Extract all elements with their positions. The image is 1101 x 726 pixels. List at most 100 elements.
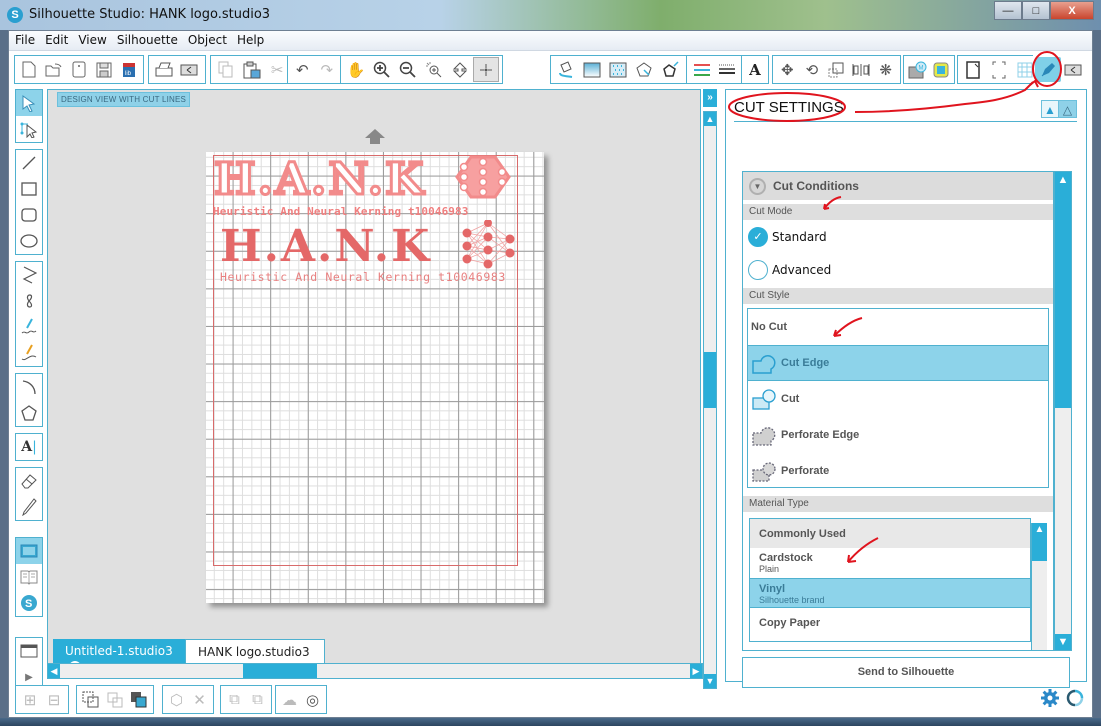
freehand-tool-icon[interactable] xyxy=(16,314,42,340)
cut-style-cut[interactable]: Cut xyxy=(748,381,1048,417)
send-backward-icon[interactable]: ⧉ xyxy=(223,687,246,712)
material-vinyl[interactable]: Vinyl Silhouette brand xyxy=(750,578,1030,608)
scroll-right-arrow-icon[interactable]: ▶ xyxy=(690,664,702,678)
zoom-out-icon[interactable] xyxy=(395,57,421,82)
rotate-icon[interactable]: ⟲ xyxy=(800,57,825,82)
minimize-button[interactable]: — xyxy=(994,1,1022,20)
fill-color-icon[interactable] xyxy=(553,57,579,82)
line-tool-icon[interactable] xyxy=(16,150,42,176)
logo-outline-tagline[interactable]: Heuristic And Neural Kerning t10046983 xyxy=(213,205,468,218)
group-icon[interactable]: ⊞ xyxy=(18,687,42,712)
pan-hand-icon[interactable]: ✋ xyxy=(343,57,369,82)
drag-zoom-icon[interactable] xyxy=(447,57,473,82)
panel-solid-triangle-icon[interactable]: ▲ xyxy=(1041,100,1059,118)
make-compound-path-icon[interactable] xyxy=(79,687,103,712)
design-view-icon[interactable] xyxy=(16,538,42,564)
menu-object[interactable]: Object xyxy=(183,31,232,47)
replicate-icon[interactable]: ❋ xyxy=(873,57,898,82)
smooth-freehand-tool-icon[interactable] xyxy=(16,340,42,366)
offset-icon[interactable] xyxy=(929,57,952,82)
color-lines-icon[interactable] xyxy=(689,57,715,82)
canvas-horizontal-scrollbar[interactable]: ◀ ▶ xyxy=(47,663,703,679)
cut-style-perforate-edge[interactable]: Perforate Edge xyxy=(748,417,1048,453)
edit-points-icon[interactable] xyxy=(16,116,42,142)
line-style-icon[interactable] xyxy=(657,57,683,82)
line-color-icon[interactable] xyxy=(631,57,657,82)
undo-icon[interactable]: ↶ xyxy=(290,57,315,82)
cut-mode-advanced[interactable]: Advanced xyxy=(743,253,1053,286)
open-icon[interactable] xyxy=(42,57,67,82)
template-icon[interactable] xyxy=(67,57,92,82)
horizontal-scroll-thumb[interactable] xyxy=(243,664,317,678)
maximize-button[interactable]: □ xyxy=(1022,1,1050,20)
settings-scrollbar[interactable]: ▲ ▼ xyxy=(1054,171,1072,651)
settings-scroll-thumb[interactable] xyxy=(1055,188,1071,408)
delete-icon[interactable]: ✕ xyxy=(188,687,211,712)
radio-checked-icon[interactable]: ✓ xyxy=(748,226,768,247)
close-window-button[interactable]: X xyxy=(1050,1,1094,20)
settings-scroll-down-icon[interactable]: ▼ xyxy=(1055,634,1071,650)
polygon-tool-icon[interactable] xyxy=(16,262,42,288)
menu-edit[interactable]: Edit xyxy=(40,31,73,47)
bring-forward-icon[interactable]: ⧉ xyxy=(246,687,269,712)
weld-icon[interactable]: ⬡ xyxy=(165,687,188,712)
bring-to-front-icon[interactable] xyxy=(127,687,151,712)
design-canvas[interactable]: DESIGN VIEW WITH CUT LINES H.A.N.K Heuri… xyxy=(47,89,701,679)
select-arrow-icon[interactable] xyxy=(16,90,42,116)
rounded-rectangle-tool-icon[interactable] xyxy=(16,202,42,228)
vertical-scroll-thumb[interactable] xyxy=(704,352,716,408)
collapse-chevron-icon[interactable]: ▼ xyxy=(749,177,766,195)
menu-help[interactable]: Help xyxy=(232,31,269,47)
print-icon[interactable] xyxy=(151,57,177,82)
material-scrollbar[interactable]: ▲ xyxy=(1031,523,1047,650)
silhouette-store-icon[interactable]: S xyxy=(16,590,42,616)
gradient-fill-icon[interactable] xyxy=(579,57,605,82)
menu-view[interactable]: View xyxy=(73,31,111,47)
settings-scroll-up-icon[interactable]: ▲ xyxy=(1055,172,1071,188)
redo-icon[interactable]: ↷ xyxy=(315,57,340,82)
ungroup-icon[interactable]: ⊟ xyxy=(42,687,66,712)
knife-tool-icon[interactable] xyxy=(16,494,42,520)
cut-settings-icon[interactable] xyxy=(1035,57,1061,82)
send-silhouette-icon[interactable] xyxy=(1061,57,1087,82)
neural-network-outline-icon[interactable] xyxy=(454,155,512,199)
window-icon[interactable] xyxy=(16,638,42,664)
radio-unchecked-icon[interactable] xyxy=(748,259,768,280)
fit-to-page-icon[interactable] xyxy=(473,57,499,82)
registration-marks-icon[interactable] xyxy=(986,57,1012,82)
scroll-up-arrow-icon[interactable]: ▲ xyxy=(704,112,716,126)
save-icon[interactable] xyxy=(91,57,116,82)
logo-solid-title[interactable]: H.A.N.K xyxy=(220,224,431,270)
material-copy-paper[interactable]: Copy Paper xyxy=(750,608,1030,638)
sync-icon[interactable] xyxy=(1066,689,1084,707)
align-icon[interactable] xyxy=(849,57,874,82)
release-compound-path-icon[interactable] xyxy=(103,687,127,712)
arc-tool-icon[interactable] xyxy=(16,374,42,400)
cut-conditions-header[interactable]: ▼ Cut Conditions xyxy=(743,172,1053,200)
logo-solid-tagline[interactable]: Heuristic And Neural Kerning t10046983 xyxy=(220,270,506,284)
scroll-down-arrow-icon[interactable]: ▼ xyxy=(704,674,716,688)
rectangle-tool-icon[interactable] xyxy=(16,176,42,202)
transform-icon[interactable]: ✥ xyxy=(775,57,800,82)
library-icon[interactable]: M xyxy=(906,57,929,82)
scroll-left-arrow-icon[interactable]: ◀ xyxy=(48,664,60,678)
zoom-in-icon[interactable] xyxy=(369,57,395,82)
menu-silhouette[interactable]: Silhouette xyxy=(112,31,183,47)
curve-tool-icon[interactable] xyxy=(16,288,42,314)
menu-file[interactable]: File xyxy=(10,31,40,47)
panel-outline-triangle-icon[interactable]: △ xyxy=(1059,100,1077,118)
save-to-library-icon[interactable]: lib xyxy=(116,57,141,82)
text-style-icon[interactable]: A xyxy=(744,57,766,82)
neural-network-solid-icon[interactable] xyxy=(461,220,517,272)
regular-polygon-tool-icon[interactable] xyxy=(16,400,42,426)
material-scroll-up-icon[interactable]: ▲ xyxy=(1032,523,1047,561)
library-view-icon[interactable] xyxy=(16,564,42,590)
collapse-panel-button[interactable]: » xyxy=(703,89,717,107)
cut-style-no-cut[interactable]: No Cut xyxy=(748,309,1048,345)
tab-untitled[interactable]: Untitled-1.studio3x xyxy=(53,639,185,673)
logo-outline-title[interactable]: H.A.N.K xyxy=(212,156,425,203)
text-tool-icon[interactable]: A | xyxy=(16,434,42,460)
cut-style-cut-edge[interactable]: Cut Edge xyxy=(748,345,1048,381)
send-to-cutter-icon[interactable] xyxy=(177,57,203,82)
material-cardstock[interactable]: Cardstock Plain xyxy=(750,548,1030,578)
